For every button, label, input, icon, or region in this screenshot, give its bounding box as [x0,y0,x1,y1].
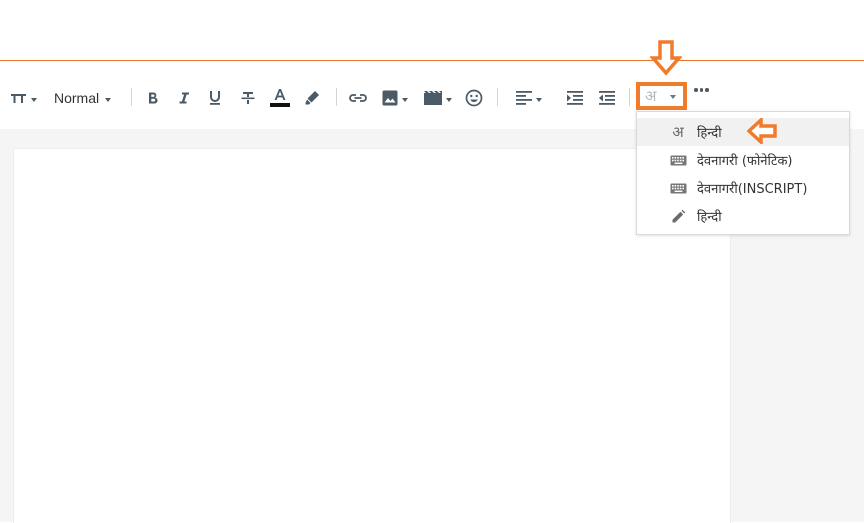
language-option-hindi[interactable]: अ हिन्दी [637,118,849,146]
annotation-arrow-down-icon [650,40,682,76]
text-size-button[interactable] [10,87,37,109]
video-icon [424,91,442,105]
paragraph-style-select[interactable]: Normal [54,87,112,109]
annotation-arrow-left-icon [747,118,777,144]
input-language-button[interactable]: अ [636,82,687,110]
emoji-button[interactable] [465,87,483,109]
underline-button[interactable] [208,87,222,109]
insert-image-button[interactable] [381,87,408,109]
chevron-down-icon [536,97,542,102]
text-color-button[interactable] [269,86,291,108]
more-icon [694,88,698,92]
language-icon: अ [645,86,657,105]
align-left-icon [516,91,532,105]
chevron-down-icon [31,97,37,102]
toolbar-divider [336,88,337,106]
image-icon [382,90,398,106]
language-option-label: देवनागरी (फोनेटिक) [697,154,793,169]
more-options-button[interactable] [694,88,709,92]
align-button[interactable] [515,87,542,109]
indent-icon [567,91,583,105]
strikethrough-icon [241,92,255,104]
text-color-icon [270,89,290,107]
underline-icon [210,91,220,105]
keyboard-icon [669,179,687,197]
outdent-icon [599,91,615,105]
devanagari-a-icon: अ [672,123,684,141]
chevron-down-icon [446,97,452,102]
top-bar [0,0,864,61]
outdent-button[interactable] [598,87,616,109]
language-option-label: हिन्दी [697,126,722,141]
more-icon-dot [699,88,703,92]
chevron-down-icon [402,97,408,102]
pencil-icon [669,207,687,225]
keyboard-icon [669,151,687,169]
chevron-down-icon [105,97,112,102]
indent-button[interactable] [566,87,584,109]
highlight-button[interactable] [303,87,321,109]
link-icon [349,94,367,102]
language-dropdown-menu: अ हिन्दी देवनागरी (फोनेटिक) देवनागरी(INS… [636,111,850,235]
paragraph-style-label: Normal [54,90,100,106]
language-option-label: देवनागरी(INSCRIPT) [697,182,808,197]
bold-icon [149,92,158,104]
language-option-label: हिन्दी [697,210,722,225]
language-option-devanagari-phonetic[interactable]: देवनागरी (फोनेटिक) [637,146,849,174]
editor-page[interactable] [13,148,731,523]
toolbar-divider [497,88,498,106]
more-icon-dot [705,88,709,92]
toolbar-divider [629,88,630,106]
bold-button[interactable] [146,87,160,109]
emoji-icon [465,89,483,107]
link-button[interactable] [348,87,368,109]
chevron-down-icon [670,95,677,99]
highlight-icon [305,91,319,105]
italic-button[interactable] [177,87,191,109]
text-size-icon [11,94,26,103]
italic-icon [179,92,189,104]
language-option-devanagari-inscript[interactable]: देवनागरी(INSCRIPT) [637,174,849,202]
strikethrough-button[interactable] [240,87,256,109]
toolbar-divider [131,88,132,106]
language-option-hindi-handwriting[interactable]: हिन्दी [637,202,849,230]
insert-video-button[interactable] [423,87,452,109]
